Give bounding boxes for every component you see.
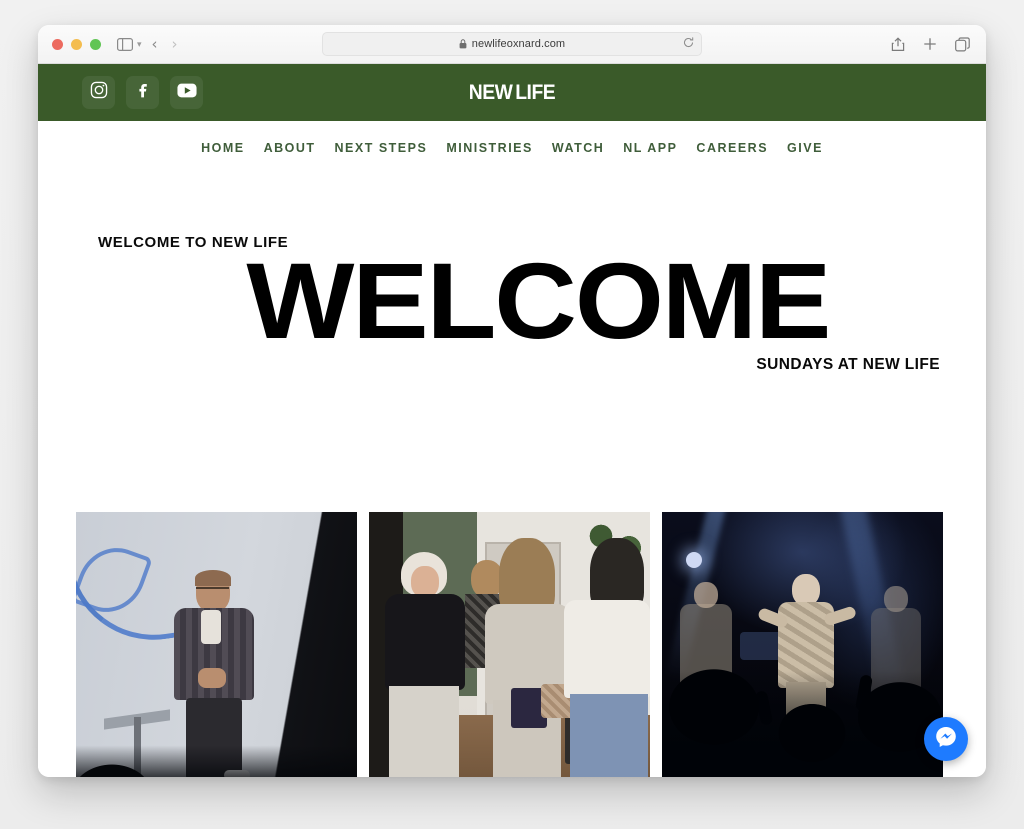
- congregation-silhouettes: [662, 647, 943, 777]
- address-bar[interactable]: newlifeoxnard.com: [322, 32, 702, 56]
- photo-lobby-greeting[interactable]: [369, 512, 650, 777]
- window-controls: [52, 38, 101, 50]
- stage-lamp: [686, 552, 702, 568]
- nav-item-give[interactable]: GIVE: [787, 141, 823, 155]
- tab-overview-icon[interactable]: [955, 36, 970, 52]
- chevron-down-icon[interactable]: ▾: [137, 39, 142, 50]
- hero-title: WELCOME: [246, 240, 831, 361]
- sidebar-toggle-icon[interactable]: [117, 37, 133, 51]
- address-bar-text: newlifeoxnard.com: [471, 38, 566, 50]
- woman-in-black-figure: [383, 552, 467, 777]
- browser-window: ▾ ‹ › newlifeoxnard.com NEW LIFE HOME AB…: [38, 25, 986, 777]
- page-viewport: NEW LIFE HOME ABOUT NEXT STEPS MINISTRIES…: [38, 64, 986, 777]
- toolbar-right-actions: [891, 36, 970, 52]
- audience-silhouettes: [76, 711, 357, 777]
- browser-toolbar: ▾ ‹ › newlifeoxnard.com: [38, 25, 986, 64]
- site-logo-text: NEW: [468, 80, 513, 104]
- messenger-icon: [933, 724, 959, 755]
- nav-item-home[interactable]: HOME: [201, 141, 245, 155]
- site-header: NEW LIFE: [38, 64, 986, 121]
- nav-item-careers[interactable]: CAREERS: [696, 141, 768, 155]
- lock-icon: [459, 39, 467, 49]
- messenger-chat-button[interactable]: [924, 717, 968, 761]
- close-window-button[interactable]: [52, 38, 63, 50]
- photo-worship-night[interactable]: [662, 512, 943, 777]
- desktop-background: ▾ ‹ › newlifeoxnard.com NEW LIFE HOME AB…: [0, 0, 1024, 829]
- hero-section: WELCOME TO NEW LIFE WELCOME SUNDAYS AT N…: [38, 174, 986, 374]
- address-bar-area: newlifeoxnard.com: [38, 32, 986, 56]
- nav-item-about[interactable]: ABOUT: [264, 141, 316, 155]
- minimize-window-button[interactable]: [71, 38, 82, 50]
- main-navigation: HOME ABOUT NEXT STEPS MINISTRIES WATCH N…: [38, 121, 986, 174]
- reload-icon[interactable]: [683, 35, 694, 53]
- share-icon[interactable]: [891, 36, 905, 52]
- nav-item-nl-app[interactable]: NL APP: [623, 141, 677, 155]
- forward-button[interactable]: ›: [172, 35, 178, 53]
- photo-speaker-on-stage[interactable]: [76, 512, 357, 777]
- site-logo-text-2: LIFE: [515, 80, 556, 104]
- site-logo[interactable]: NEW LIFE: [76, 81, 948, 105]
- navigation-buttons: ‹ ›: [152, 35, 178, 53]
- maximize-window-button[interactable]: [90, 38, 101, 50]
- nav-item-watch[interactable]: WATCH: [552, 141, 604, 155]
- woman-with-bag-figure: [485, 538, 583, 777]
- new-tab-button[interactable]: [923, 37, 937, 51]
- photo-gallery: [76, 512, 948, 777]
- woman-in-jeans-figure: [564, 538, 650, 777]
- back-button[interactable]: ‹: [152, 35, 158, 53]
- nav-item-next-steps[interactable]: NEXT STEPS: [335, 141, 428, 155]
- sidebar-controls: ▾: [117, 37, 142, 51]
- nav-item-ministries[interactable]: MINISTRIES: [446, 141, 533, 155]
